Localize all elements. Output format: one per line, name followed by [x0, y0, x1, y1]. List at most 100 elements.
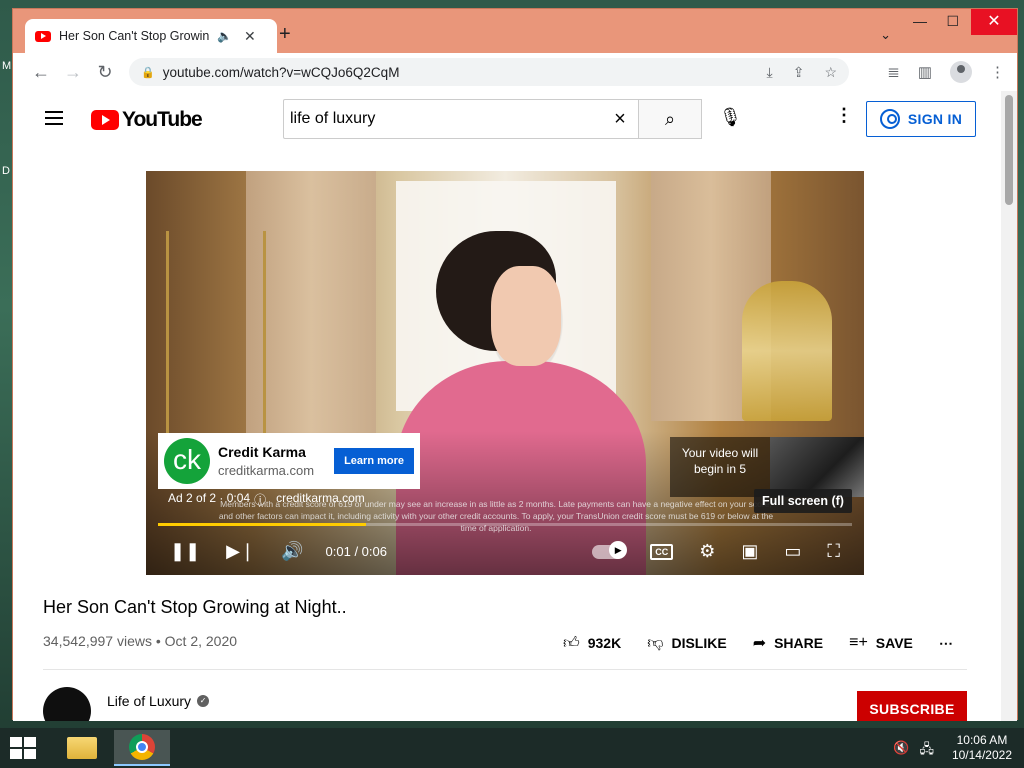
autoplay-toggle[interactable]: [592, 540, 628, 559]
more-actions-icon[interactable]: ⋯: [939, 635, 953, 652]
microphone-icon[interactable]: 🎙: [719, 107, 742, 128]
scene-gold-cabinet: [742, 281, 832, 421]
minimize-button[interactable]: —: [913, 13, 927, 29]
desktop-edge-letter: M: [2, 60, 12, 72]
player-controls-right: CC ⚙ ▣ ▭ ⛶: [592, 540, 840, 562]
desktop-edge-letter: D: [2, 165, 10, 177]
maximize-button[interactable]: ☐: [946, 13, 959, 30]
preview-countdown: Your video will begin in 5: [681, 446, 759, 476]
fullscreen-tooltip: Full screen (f): [754, 489, 852, 513]
ad-info-row: Ad 2 of 2 · 0:04 ⓘ creditkarma.com: [168, 491, 365, 508]
meta-separator: •: [155, 633, 165, 649]
hamburger-menu-icon[interactable]: [45, 111, 63, 125]
forward-arrow-icon[interactable]: →: [57, 62, 89, 83]
browser-toolbar: ← → ↻ 🔒 youtube.com/watch?v=wCQJo6Q2CqM …: [13, 53, 1017, 91]
advertiser-name: Credit Karma: [218, 444, 306, 460]
page-scrollbar[interactable]: [1001, 91, 1017, 721]
player-controls: ❚❚ ▶❘ 🔊 0:01 / 0:06 CC ⚙ ▣ ▭ ⛶: [146, 533, 864, 569]
url-text[interactable]: youtube.com/watch?v=wCQJo6Q2CqM: [163, 65, 747, 80]
share-label: SHARE: [774, 635, 824, 651]
clock-date: 10/14/2022: [951, 748, 1012, 762]
ad-info-icon[interactable]: ⓘ: [254, 491, 266, 508]
chrome-taskbar-button[interactable]: [114, 730, 170, 766]
share-button[interactable]: ➦ SHARE: [753, 633, 823, 653]
youtube-wordmark: YouTube: [122, 108, 203, 131]
chrome-menu-icon[interactable]: ⋮: [990, 63, 1005, 81]
muted-speaker-icon[interactable]: 🔇: [893, 740, 909, 762]
taskbar: 🔇 🖧 10:06 AM 10/14/2022: [0, 728, 1024, 768]
system-tray: 🔇 🖧: [893, 740, 934, 762]
windows-start-icon[interactable]: [10, 737, 36, 759]
subscribe-button[interactable]: SUBSCRIBE: [857, 691, 967, 721]
taskbar-clock[interactable]: 10:06 AM 10/14/2022: [952, 733, 1012, 763]
channel-name-row: Life of Luxury ✓: [107, 693, 210, 709]
miniplayer-icon[interactable]: ▣: [741, 541, 758, 562]
credit-karma-logo: ck: [164, 438, 210, 484]
fullscreen-icon[interactable]: ⛶: [827, 541, 840, 562]
pause-icon[interactable]: ❚❚: [170, 541, 200, 562]
tab-close-icon[interactable]: ✕: [244, 28, 256, 45]
browser-tab[interactable]: Her Son Can't Stop Growing at Night.. 🔈 …: [25, 19, 277, 53]
media-queue-icon[interactable]: ≣: [887, 63, 900, 81]
search-query[interactable]: life of luxury: [290, 110, 608, 128]
clear-search-icon[interactable]: ×: [608, 108, 632, 131]
publish-date: Oct 2, 2020: [164, 633, 238, 649]
new-tab-button[interactable]: +: [279, 23, 291, 46]
search-button[interactable]: ⌕: [638, 99, 702, 139]
channel-avatar[interactable]: [43, 687, 91, 721]
progress-bar[interactable]: [158, 523, 852, 526]
advertiser-domain: creditkarma.com: [218, 463, 315, 478]
install-app-icon[interactable]: ⤓: [767, 64, 773, 81]
network-icon[interactable]: 🖧: [920, 740, 935, 762]
reload-icon[interactable]: ↻: [89, 62, 121, 83]
youtube-favicon-icon: [35, 30, 51, 42]
sign-in-button[interactable]: SIGN IN: [866, 101, 976, 137]
next-icon[interactable]: ▶❘: [226, 541, 255, 562]
toolbar-right: ≣ ▥ ⋮: [887, 61, 1005, 83]
settings-gear-icon[interactable]: ⚙: [699, 541, 715, 562]
like-count: 932K: [587, 635, 622, 651]
video-actions: 👍︎ 932K 👎︎ DISLIKE ➦ SHARE ≡+ SAVE ⋯: [563, 633, 953, 653]
youtube-logo[interactable]: YouTube: [91, 108, 203, 132]
share-page-icon[interactable]: ⇪: [793, 64, 805, 81]
file-explorer-button[interactable]: [54, 730, 110, 766]
volume-icon[interactable]: 🔊: [281, 541, 303, 562]
video-player[interactable]: ck Credit Karma creditkarma.com Learn mo…: [146, 171, 864, 575]
like-button[interactable]: 👍︎ 932K: [563, 634, 621, 653]
scene-woman-face: [491, 266, 561, 366]
save-label: SAVE: [875, 635, 913, 651]
account-icon: [879, 109, 900, 129]
divider: [43, 669, 967, 670]
close-window-button[interactable]: ✕: [971, 9, 1017, 35]
share-arrow-icon: ➦: [752, 635, 767, 652]
youtube-page: YouTube life of luxury × ⌕ 🎙 ⋮ SIGN IN c…: [13, 91, 1003, 721]
youtube-header: YouTube life of luxury × ⌕ 🎙 ⋮ SIGN IN: [13, 91, 1003, 147]
scrollbar-thumb[interactable]: [1005, 95, 1013, 205]
scene-luggage-cart: [166, 231, 266, 461]
ad-texts: Credit Karma creditkarma.com: [218, 444, 326, 478]
progress-fill: [158, 523, 367, 526]
back-arrow-icon[interactable]: ←: [25, 62, 57, 83]
side-panel-icon[interactable]: ▥: [918, 63, 932, 81]
address-bar[interactable]: 🔒 youtube.com/watch?v=wCQJo6Q2CqM ⤓ ⇪ ☆: [129, 58, 849, 86]
chrome-icon: [129, 734, 155, 760]
dislike-button[interactable]: 👎︎ DISLIKE: [647, 634, 726, 653]
ad-link[interactable]: creditkarma.com: [276, 491, 365, 508]
thumbs-down-icon: 👎︎: [647, 634, 664, 652]
channel-name[interactable]: Life of Luxury: [107, 693, 191, 709]
settings-menu-icon[interactable]: ⋮: [835, 105, 853, 126]
learn-more-button[interactable]: Learn more: [334, 448, 414, 474]
theater-mode-icon[interactable]: ▭: [784, 541, 801, 562]
bookmark-star-icon[interactable]: ☆: [824, 64, 837, 81]
lock-icon[interactable]: 🔒: [141, 66, 155, 79]
subtitles-cc-icon[interactable]: CC: [650, 543, 674, 560]
save-button[interactable]: ≡+ SAVE: [849, 634, 913, 652]
speaker-icon[interactable]: 🔈: [217, 29, 232, 43]
ad-card[interactable]: ck Credit Karma creditkarma.com Learn mo…: [158, 433, 420, 489]
profile-avatar-icon[interactable]: [950, 61, 972, 83]
preview-thumbnail: [770, 437, 864, 497]
tab-search-chevron-icon[interactable]: ⌄: [880, 27, 891, 43]
title-bar: Her Son Can't Stop Growing at Night.. 🔈 …: [13, 9, 1017, 53]
video-preview[interactable]: Your video will begin in 5: [670, 437, 864, 497]
search-input[interactable]: life of luxury ×: [283, 99, 639, 139]
